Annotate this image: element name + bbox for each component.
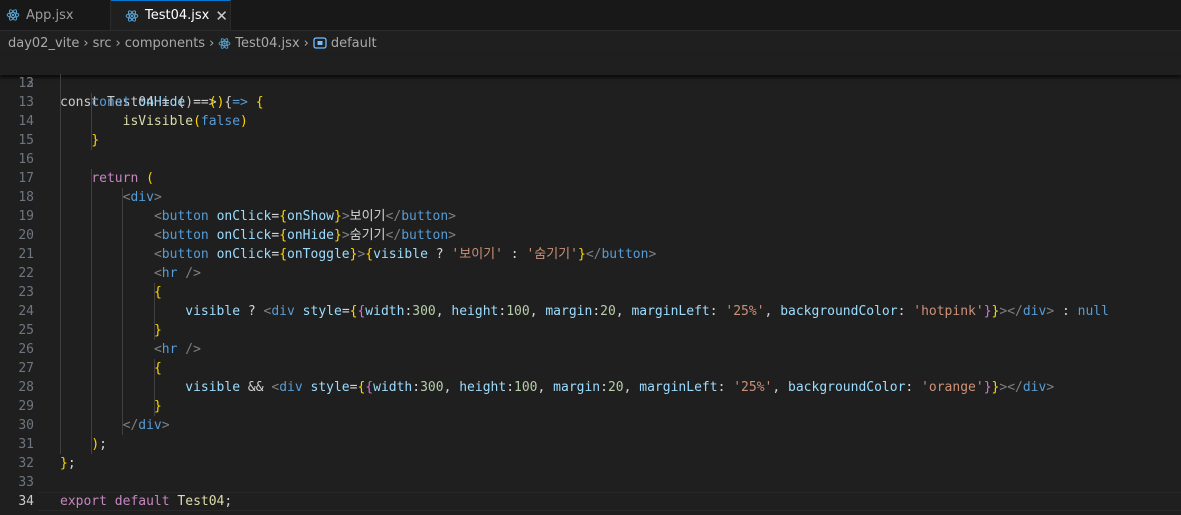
indent-guide (91, 169, 93, 454)
line-number: 12 (18, 76, 34, 91)
code-line: return ( (91, 171, 154, 186)
code-lines: 12 13 const onHide = () => {14 isVisible(… (0, 74, 1181, 511)
code-line: <hr /> (153, 266, 201, 281)
breadcrumb-item-components[interactable]: components (125, 36, 205, 51)
code-line-row[interactable]: 27 { (0, 359, 1181, 378)
line-number: 16 (18, 152, 34, 167)
react-icon (218, 37, 231, 50)
code-line-row[interactable]: 21 <button onClick={onToggle}>{visible ?… (0, 245, 1181, 264)
code-line-row[interactable]: 25 } (0, 321, 1181, 340)
editor-tab-bar: App.jsx Test04.jsx ✕ (0, 0, 1181, 31)
line-number: 33 (18, 475, 34, 490)
tab-app-jsx[interactable]: App.jsx (0, 0, 111, 30)
line-number: 18 (18, 190, 34, 205)
tab-label: Test04.jsx (145, 8, 210, 23)
code-line: visible ? <div style={{width:300, height… (185, 304, 1109, 319)
code-line: } (153, 323, 162, 338)
code-line: }; (60, 456, 76, 471)
code-line: isVisible(false) (122, 114, 248, 129)
code-line-row[interactable]: 20 <button onClick={onHide}>숨기기</button> (0, 226, 1181, 245)
line-number: 24 (18, 304, 34, 319)
indent-guide (153, 283, 155, 340)
line-number: 21 (18, 247, 34, 262)
symbol-variable-icon (313, 37, 327, 49)
line-number: 31 (18, 437, 34, 452)
line-number: 28 (18, 380, 34, 395)
breadcrumb: day02_vite › src › components › Test04.j… (0, 31, 1181, 55)
tab-test04-jsx[interactable]: Test04.jsx ✕ (111, 0, 231, 30)
code-line: <button onClick={onShow}>보이기</button> (153, 209, 456, 224)
line-number: 15 (18, 133, 34, 148)
code-line-row[interactable]: 31 ); (0, 435, 1181, 454)
line-number: 25 (18, 323, 34, 338)
indent-guide (153, 359, 155, 416)
code-line-row[interactable]: 16 (0, 150, 1181, 169)
indent-guide (122, 188, 124, 435)
code-line-row[interactable]: 12 (0, 74, 1181, 93)
code-line: <button onClick={onToggle}>{visible ? '보… (153, 247, 657, 262)
code-line-row[interactable]: 19 <button onClick={onShow}>보이기</button> (0, 207, 1181, 226)
line-number: 29 (18, 399, 34, 414)
line-number: 30 (18, 418, 34, 433)
line-number: 19 (18, 209, 34, 224)
code-line: <hr /> (153, 342, 201, 357)
react-icon (125, 9, 139, 23)
chevron-right-icon: › (209, 35, 215, 51)
code-line: ); (91, 437, 107, 452)
code-line-row[interactable]: 13 const onHide = () => { (0, 93, 1181, 112)
react-icon (6, 8, 20, 22)
code-line: export default Test04; (60, 494, 233, 509)
code-line: </div> (122, 418, 170, 433)
line-number: 27 (18, 361, 34, 376)
code-line-row[interactable]: 29 } (0, 397, 1181, 416)
code-line: <div> (122, 190, 162, 205)
code-line-row[interactable]: 15 } (0, 131, 1181, 150)
code-line-row[interactable]: 23 { (0, 283, 1181, 302)
line-number: 34 (18, 494, 34, 509)
line-number: 14 (18, 114, 34, 129)
code-line: <button onClick={onHide}>숨기기</button> (153, 228, 456, 243)
indent-guide (60, 74, 61, 454)
code-line: } (153, 399, 162, 414)
line-number: 17 (18, 171, 34, 186)
breadcrumb-item-project[interactable]: day02_vite (8, 36, 79, 51)
line-number: 22 (18, 266, 34, 281)
code-line-row[interactable]: 34 export default Test04; (0, 492, 1181, 511)
indent-guide (91, 93, 93, 150)
code-line-row[interactable]: 14 isVisible(false) (0, 112, 1181, 131)
code-line: visible && <div style={{width:300, heigh… (185, 380, 1055, 395)
tab-label: App.jsx (26, 7, 74, 23)
breadcrumb-item-symbol[interactable]: default (331, 36, 377, 51)
breadcrumb-item-file[interactable]: Test04.jsx (235, 36, 299, 51)
chevron-right-icon: › (83, 35, 89, 51)
line-number: 26 (18, 342, 34, 357)
sticky-scroll-line[interactable]: 3 const Test04 = () => { (0, 55, 1181, 110)
code-line-row[interactable]: 26 <hr /> (0, 340, 1181, 359)
code-line-row[interactable]: 32}; (0, 454, 1181, 473)
chevron-right-icon: › (303, 35, 309, 51)
line-number: 20 (18, 228, 34, 243)
code-line: { (153, 361, 162, 376)
code-line-row[interactable]: 24 visible ? <div style={{width:300, hei… (0, 302, 1181, 321)
code-line-row[interactable]: 28 visible && <div style={{width:300, he… (0, 378, 1181, 397)
chevron-right-icon: › (115, 35, 121, 51)
line-number: 32 (18, 456, 34, 471)
code-line-row[interactable]: 17 return ( (0, 169, 1181, 188)
close-icon[interactable]: ✕ (215, 7, 228, 25)
line-number: 23 (18, 285, 34, 300)
code-line: } (91, 133, 100, 148)
line-number: 13 (18, 95, 34, 110)
code-editor[interactable]: 3 const Test04 = () => { 12 13 const onHi… (0, 55, 1181, 511)
code-line-row[interactable]: 30 </div> (0, 416, 1181, 435)
code-line: { (153, 285, 162, 300)
code-line-row[interactable]: 22 <hr /> (0, 264, 1181, 283)
code-line-row[interactable]: 33 (0, 473, 1181, 492)
code-line-row[interactable]: 18 <div> (0, 188, 1181, 207)
breadcrumb-item-src[interactable]: src (93, 36, 112, 51)
